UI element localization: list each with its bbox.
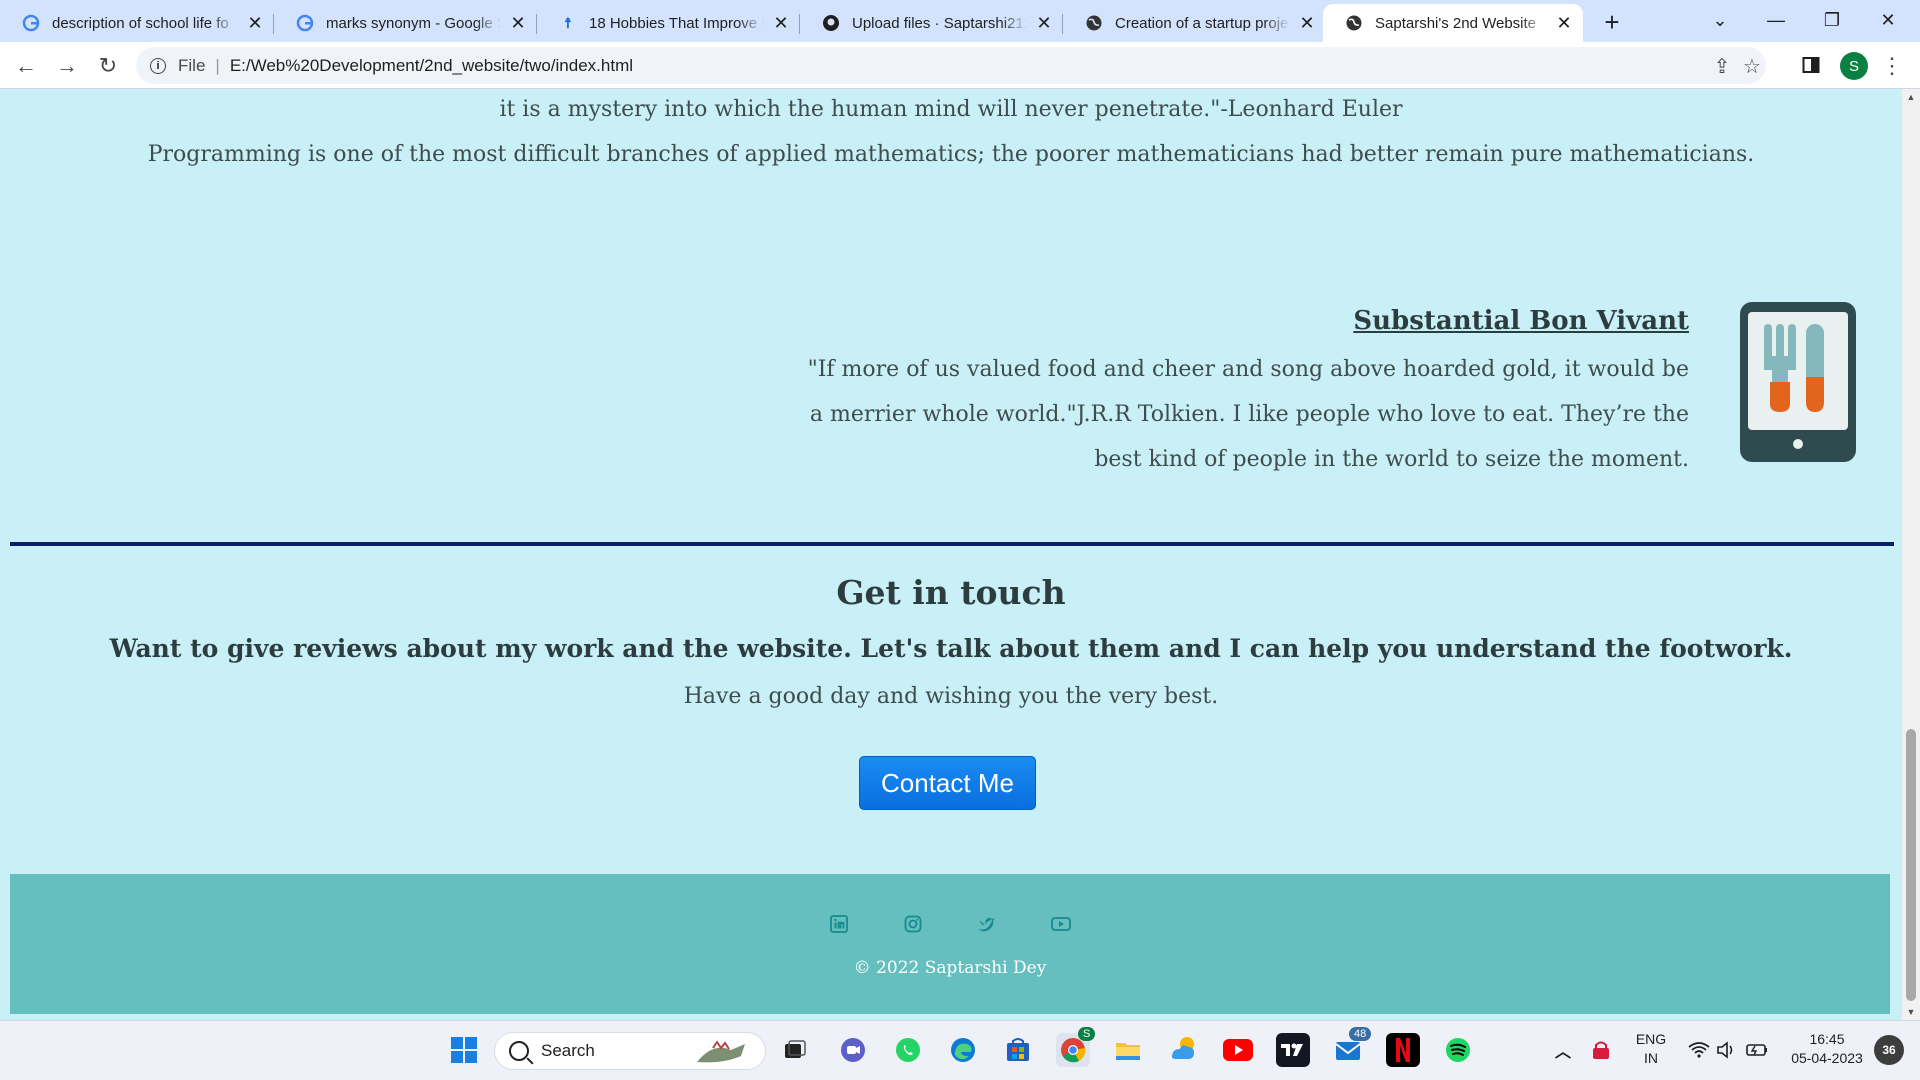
side-panel-icon[interactable] (1800, 54, 1822, 76)
tab-search-chevron-icon[interactable]: ⌄ (1692, 0, 1748, 40)
clock[interactable]: 16:45 05-04-2023 (1780, 1030, 1874, 1068)
microsoft-store-icon[interactable] (1001, 1033, 1035, 1067)
profile-avatar[interactable]: S (1840, 52, 1868, 80)
tab-title: Creation of a startup projec (1115, 14, 1290, 32)
copyright-text: © 2022 Saptarshi Dey (853, 958, 1047, 978)
taskbar-search[interactable]: Search (494, 1032, 766, 1070)
youtube-app-icon[interactable] (1221, 1033, 1255, 1067)
mail-icon[interactable]: 48 (1331, 1027, 1372, 1067)
info-icon[interactable]: i (150, 57, 166, 74)
close-icon[interactable]: ✕ (246, 13, 264, 33)
netflix-icon[interactable] (1386, 1033, 1420, 1067)
whatsapp-icon[interactable] (891, 1033, 925, 1067)
tab-marks-synonym[interactable]: marks synonym - Google Se ✕ (274, 4, 537, 42)
github-icon (822, 14, 840, 32)
taskbar: Search S 48 ︿ ENG IN 16:45 05-04-2023 36 (0, 1020, 1920, 1080)
back-button[interactable]: ← (10, 50, 42, 82)
tab-school-life[interactable]: description of school life fo ✕ (0, 4, 274, 42)
contact-text: Have a good day and wishing you the very… (683, 684, 1219, 709)
tab-strip: description of school life fo ✕ marks sy… (0, 0, 1920, 42)
tab-title: Saptarshi's 2nd Website (1375, 14, 1537, 32)
close-icon[interactable]: ✕ (1035, 13, 1053, 33)
globe-icon (1345, 14, 1363, 32)
tab-title: 18 Hobbies That Improve C (589, 14, 764, 32)
battery-icon[interactable] (1740, 1033, 1774, 1067)
toolbar: ← → ↻ i File | E:/Web%20Development/2nd_… (0, 42, 1920, 89)
scroll-down-icon[interactable]: ▼ (1902, 1004, 1920, 1020)
forward-button[interactable]: → (51, 50, 83, 82)
tab-github-upload[interactable]: Upload files · Saptarshi2120 ✕ (800, 4, 1063, 42)
language-indicator[interactable]: ENG IN (1628, 1030, 1674, 1068)
chrome-icon[interactable]: S (1056, 1027, 1096, 1067)
url-scheme: File (178, 55, 206, 75)
url-text[interactable]: E:/Web%20Development/2nd_website/two/ind… (230, 56, 633, 76)
weather-widget-icon[interactable] (1166, 1033, 1200, 1067)
clock-date: 05-04-2023 (1791, 1050, 1863, 1066)
section-divider (10, 542, 1894, 546)
close-window-button[interactable]: ✕ (1860, 0, 1916, 40)
bookmark-star-icon[interactable]: ☆ (1740, 54, 1764, 78)
close-icon[interactable]: ✕ (509, 13, 527, 33)
search-icon (509, 1041, 529, 1061)
close-icon[interactable]: ✕ (772, 13, 790, 33)
hobby-site-icon: ☨ (564, 14, 572, 31)
scroll-up-icon[interactable]: ▲ (1902, 89, 1920, 105)
close-icon[interactable]: ✕ (1555, 13, 1573, 33)
menu-dots-icon[interactable]: ⋮ (1880, 52, 1904, 80)
instagram-icon[interactable] (903, 914, 923, 934)
linkedin-icon[interactable] (829, 914, 849, 934)
hobby-title: Substantial Bon Vivant (1353, 306, 1689, 336)
tab-saptarshi-website[interactable]: Saptarshi's 2nd Website ✕ (1323, 4, 1583, 42)
task-view-icon[interactable] (778, 1033, 812, 1067)
tab-title: Upload files · Saptarshi2120 (852, 14, 1027, 32)
share-icon[interactable]: ⇪ (1710, 54, 1734, 78)
page-viewport: it is a mystery into which the human min… (0, 89, 1902, 1020)
new-tab-button[interactable]: + (1598, 7, 1626, 37)
footer: © 2022 Saptarshi Dey (10, 874, 1890, 1014)
tab-title: description of school life fo (52, 14, 229, 32)
teams-chat-icon[interactable] (836, 1033, 870, 1067)
scrollbar-thumb[interactable] (1906, 729, 1916, 1001)
chrome-profile-badge: S (1078, 1027, 1096, 1041)
fork-spoon-phone-icon (1740, 302, 1856, 462)
google-icon (296, 14, 314, 32)
restore-button[interactable]: ❐ (1804, 0, 1860, 40)
tab-startup-project[interactable]: Creation of a startup projec ✕ (1063, 4, 1326, 42)
page-scrollbar[interactable]: ▲ ▼ (1902, 89, 1920, 1020)
contact-subheading: Want to give reviews about my work and t… (109, 634, 1793, 663)
notification-count-badge[interactable]: 36 (1874, 1035, 1904, 1065)
search-highlight-icon (693, 1038, 753, 1071)
show-hidden-icons-chevron-icon[interactable]: ︿ (1546, 1033, 1580, 1067)
security-tray-icon[interactable] (1584, 1033, 1618, 1067)
address-bar[interactable]: i File | E:/Web%20Development/2nd_websit… (136, 47, 1766, 84)
close-icon[interactable]: ✕ (1298, 13, 1316, 33)
tab-hobbies[interactable]: ☨ 18 Hobbies That Improve C ✕ (537, 4, 800, 42)
google-icon (22, 14, 40, 32)
file-explorer-icon[interactable] (1111, 1033, 1145, 1067)
volume-icon[interactable] (1710, 1033, 1744, 1067)
globe-icon (1085, 14, 1103, 32)
contact-heading: Get in touch (836, 573, 1066, 612)
url-divider: | (215, 55, 220, 75)
search-placeholder: Search (541, 1041, 595, 1060)
edge-icon[interactable] (946, 1033, 980, 1067)
hobby-description: "If more of us valued food and cheer and… (807, 357, 1689, 472)
contact-me-button[interactable]: Contact Me (859, 756, 1036, 810)
spotify-icon[interactable] (1441, 1033, 1475, 1067)
minimize-button[interactable]: — (1748, 0, 1804, 40)
twitter-icon[interactable] (977, 914, 997, 934)
language-bottom: IN (1644, 1050, 1658, 1066)
tab-title: marks synonym - Google Se (326, 14, 501, 32)
tradingview-icon[interactable] (1276, 1033, 1310, 1067)
start-icon[interactable] (447, 1033, 481, 1067)
reload-button[interactable]: ↻ (92, 50, 124, 82)
clock-time: 16:45 (1809, 1031, 1845, 1047)
youtube-icon[interactable] (1051, 914, 1071, 934)
programming-quote: Programming is one of the most difficult… (147, 142, 1755, 167)
language-top: ENG (1635, 1031, 1667, 1047)
mail-count-badge: 48 (1349, 1027, 1372, 1041)
euler-quote-tail: it is a mystery into which the human min… (499, 97, 1403, 122)
